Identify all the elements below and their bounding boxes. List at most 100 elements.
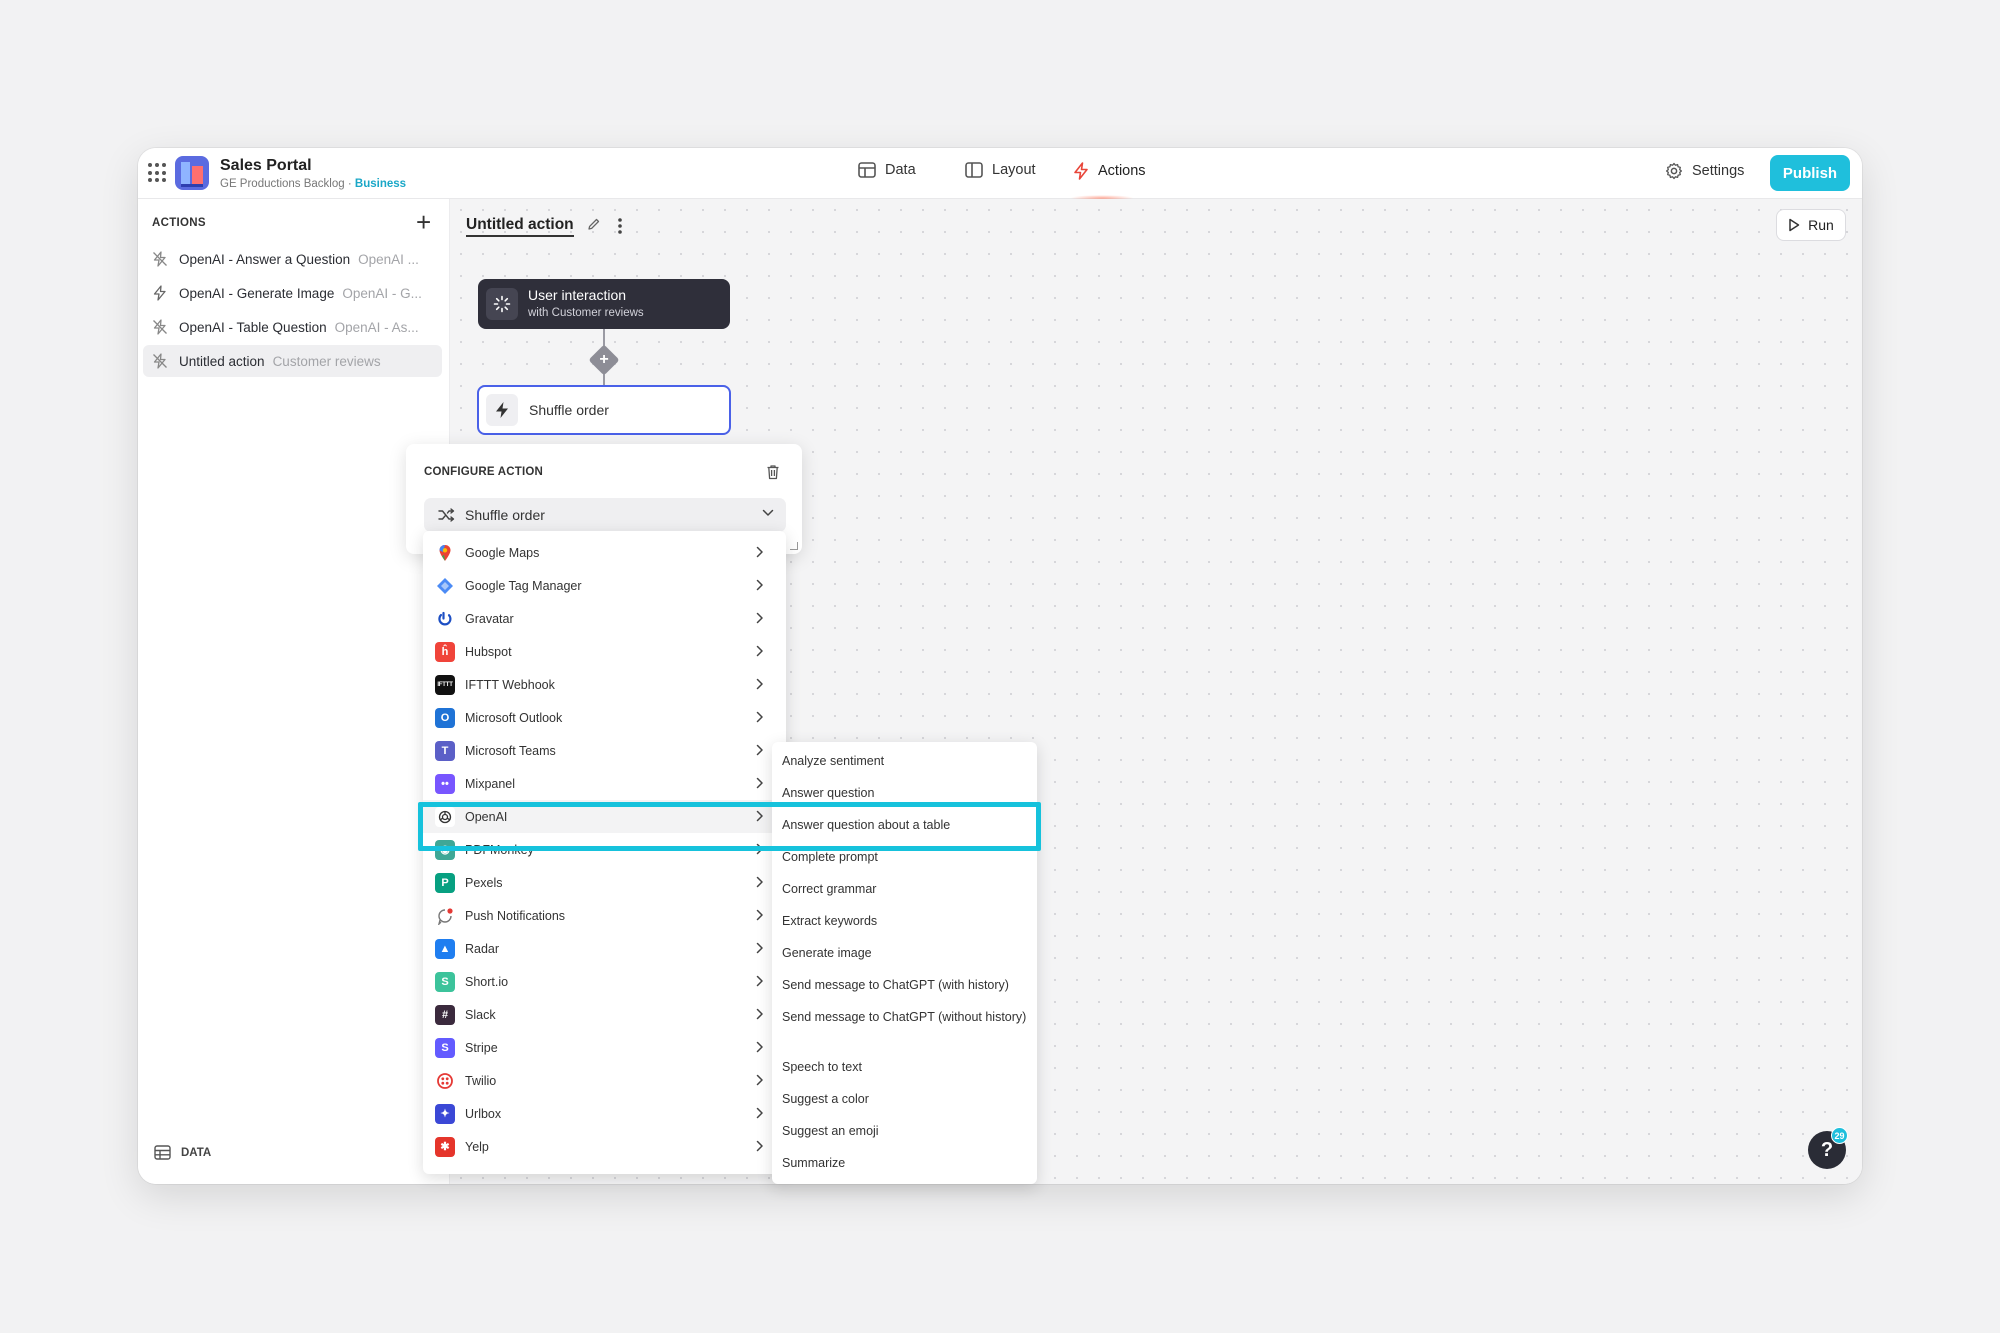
bolt-off-icon	[147, 353, 173, 369]
chevron-right-icon	[756, 645, 763, 657]
add-step-plus-icon: +	[599, 351, 609, 368]
yelp-icon: ✱	[435, 1136, 455, 1157]
sidebar-item-name: Untitled action	[179, 353, 265, 369]
google-tag-manager-icon	[435, 575, 455, 596]
sidebar-item-sub: OpenAI - As...	[334, 319, 419, 335]
sidebar-item-untitled[interactable]: Untitled action Customer reviews	[143, 345, 442, 377]
project-name: GE Productions Backlog	[220, 178, 345, 190]
integration-label: Radar	[465, 941, 500, 956]
integration-label: Gravatar	[465, 611, 514, 626]
integration-item-slack[interactable]: # Slack	[423, 998, 786, 1031]
sidebar-item-openai-image[interactable]: OpenAI - Generate Image OpenAI - G...	[143, 277, 442, 309]
chevron-right-icon	[756, 612, 763, 624]
tab-actions[interactable]: Actions	[1073, 162, 1146, 180]
integration-item-stripe[interactable]: S Stripe	[423, 1031, 786, 1064]
data-panel-toggle[interactable]: DATA	[154, 1145, 211, 1160]
chevron-down-icon	[762, 509, 774, 516]
pexels-icon: P	[435, 872, 455, 893]
integration-item-urlbox[interactable]: ✦ Urlbox	[423, 1097, 786, 1130]
gear-icon	[1665, 162, 1683, 180]
openai-action-item[interactable]: Speech to text	[782, 1058, 1032, 1076]
integration-label: Mixpanel	[465, 776, 516, 791]
integration-label: Microsoft Teams	[465, 743, 556, 758]
step-node-shuffle[interactable]: Shuffle order	[477, 385, 731, 435]
chevron-right-icon	[756, 1140, 763, 1152]
integration-item-microsoft-teams[interactable]: T Microsoft Teams	[423, 734, 786, 767]
openai-action-item[interactable]: Summarize	[782, 1154, 1032, 1172]
chevron-right-icon	[756, 744, 763, 756]
integration-item-push-notifications[interactable]: Push Notifications	[423, 899, 786, 932]
integration-label: Urlbox	[465, 1106, 502, 1121]
integration-item-twilio[interactable]: Twilio	[423, 1064, 786, 1097]
hubspot-icon: ĥ	[435, 641, 455, 662]
settings-label: Settings	[1692, 163, 1745, 179]
sidebar-item-name: OpenAI - Table Question	[179, 319, 327, 335]
bolt-icon	[486, 394, 518, 426]
run-button[interactable]: Run	[1776, 209, 1846, 241]
tab-data-label: Data	[885, 162, 916, 178]
add-action-button[interactable]: +	[416, 209, 431, 235]
sidebar-item-openai-table[interactable]: OpenAI - Table Question OpenAI - As...	[143, 311, 442, 343]
chevron-right-icon	[756, 678, 763, 690]
integration-item-microsoft-outlook[interactable]: O Microsoft Outlook	[423, 701, 786, 734]
integration-item-short-io[interactable]: S Short.io	[423, 965, 786, 998]
trash-icon[interactable]	[766, 464, 780, 480]
openai-action-item[interactable]: Suggest an emoji	[782, 1122, 1032, 1140]
chevron-right-icon	[756, 975, 763, 987]
chevron-right-icon	[756, 1008, 763, 1020]
sidebar-item-sub: Customer reviews	[272, 353, 381, 369]
sidebar-item-openai-answer[interactable]: OpenAI - Answer a Question OpenAI ...	[143, 243, 442, 275]
app-grid-icon[interactable]	[148, 163, 168, 183]
highlight-box	[418, 802, 1041, 851]
configure-header: CONFIGURE ACTION	[424, 466, 544, 478]
data-panel-label: DATA	[181, 1146, 212, 1159]
openai-action-item[interactable]: Correct grammar	[782, 880, 1032, 898]
trigger-node[interactable]: User interaction with Customer reviews	[478, 279, 730, 329]
sidebar-item-sub: OpenAI - G...	[342, 285, 422, 301]
action-type-select[interactable]: Shuffle order	[424, 498, 786, 532]
play-icon	[1789, 218, 1800, 232]
integration-label: Twilio	[465, 1073, 497, 1088]
action-title[interactable]: Untitled action	[466, 216, 574, 237]
publish-button[interactable]: Publish	[1770, 155, 1850, 191]
slack-icon: #	[435, 1004, 455, 1025]
integration-label: Hubspot	[465, 644, 512, 659]
integration-item-gravatar[interactable]: Gravatar	[423, 602, 786, 635]
openai-action-item[interactable]: Send message to ChatGPT (without history…	[782, 1008, 1032, 1026]
openai-action-item[interactable]: Generate image	[782, 944, 1032, 962]
integration-item-google-tag-manager[interactable]: Google Tag Manager	[423, 569, 786, 602]
integration-label: Microsoft Outlook	[465, 710, 563, 725]
trigger-subtitle: with Customer reviews	[528, 307, 644, 319]
integration-item-pexels[interactable]: P Pexels	[423, 866, 786, 899]
openai-action-item[interactable]: Answer question	[782, 784, 1032, 802]
integration-item-mixpanel[interactable]: •• Mixpanel	[423, 767, 786, 800]
integrations-dropdown: Google Maps Google Tag Manager Gravatar ĥ Hu…	[423, 531, 786, 1174]
integration-label: Google Tag Manager	[465, 578, 582, 593]
subtitle-separator: ·	[347, 178, 352, 190]
pencil-icon[interactable]	[587, 217, 601, 231]
openai-action-item[interactable]: Analyze sentiment	[782, 752, 1032, 770]
openai-action-item[interactable]: Suggest a color	[782, 1090, 1032, 1108]
google-maps-icon	[435, 542, 455, 563]
sidebar-header: ACTIONS	[152, 217, 206, 229]
integration-item-hubspot[interactable]: ĥ Hubspot	[423, 635, 786, 668]
top-bar: Sales Portal GE Productions Backlog · Bu…	[138, 148, 1862, 201]
integration-item-yelp[interactable]: ✱ Yelp	[423, 1130, 786, 1163]
more-options-icon[interactable]	[617, 217, 623, 235]
openai-action-item[interactable]: Extract keywords	[782, 912, 1032, 930]
resize-handle[interactable]	[790, 542, 798, 550]
settings-button[interactable]: Settings	[1665, 162, 1744, 180]
integration-item-radar[interactable]: ▲ Radar	[423, 932, 786, 965]
mixpanel-icon: ••	[435, 773, 455, 794]
run-label: Run	[1808, 217, 1834, 233]
plan-badge: Business	[354, 178, 407, 190]
tab-layout[interactable]: Layout	[965, 162, 1036, 178]
stripe-icon: S	[435, 1037, 455, 1058]
integration-item-google-maps[interactable]: Google Maps	[423, 536, 786, 569]
integration-item-ifttt-webhook[interactable]: IFTTT IFTTT Webhook	[423, 668, 786, 701]
chevron-right-icon	[756, 1041, 763, 1053]
integration-label: Short.io	[465, 974, 509, 989]
tab-data[interactable]: Data	[858, 162, 916, 178]
radar-icon: ▲	[435, 938, 455, 959]
openai-action-item[interactable]: Send message to ChatGPT (with history)	[782, 976, 1032, 994]
